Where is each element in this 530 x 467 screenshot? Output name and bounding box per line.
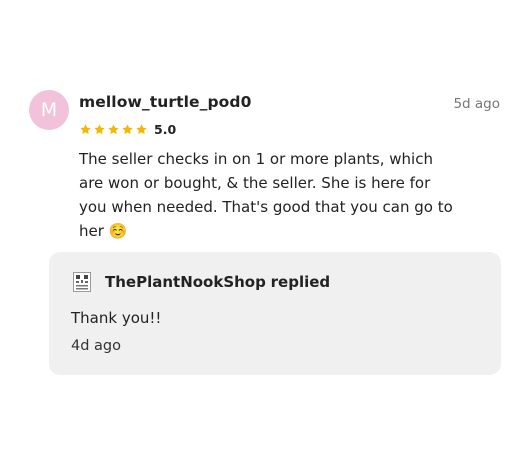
star-icon — [94, 123, 105, 134]
replied-label: replied — [270, 273, 331, 291]
reviewer-username[interactable]: mellow_turtle_pod0 — [79, 93, 252, 111]
seller-reply: ThePlantNookShop replied Thank you!! 4d … — [49, 252, 501, 375]
rating: 5.0 — [79, 120, 176, 138]
star-icon — [108, 123, 119, 134]
review-text: The seller checks in on 1 or more plants… — [79, 150, 453, 240]
shop-name[interactable]: ThePlantNookShop — [105, 273, 266, 291]
review-timestamp: 5d ago — [453, 96, 500, 112]
star-icon — [136, 123, 147, 134]
reply-timestamp: 4d ago — [71, 338, 121, 354]
reply-text: Thank you!! — [71, 309, 162, 327]
shop-logo-icon — [73, 272, 91, 292]
star-icon — [122, 123, 133, 134]
rating-value: 5.0 — [154, 121, 177, 137]
reply-header: ThePlantNookShop replied — [105, 273, 330, 291]
avatar[interactable]: M — [29, 90, 69, 130]
star-rating — [79, 123, 148, 136]
star-icon — [80, 123, 91, 134]
review-card: M mellow_turtle_pod0 5d ago 5.0 The sell… — [0, 0, 530, 467]
